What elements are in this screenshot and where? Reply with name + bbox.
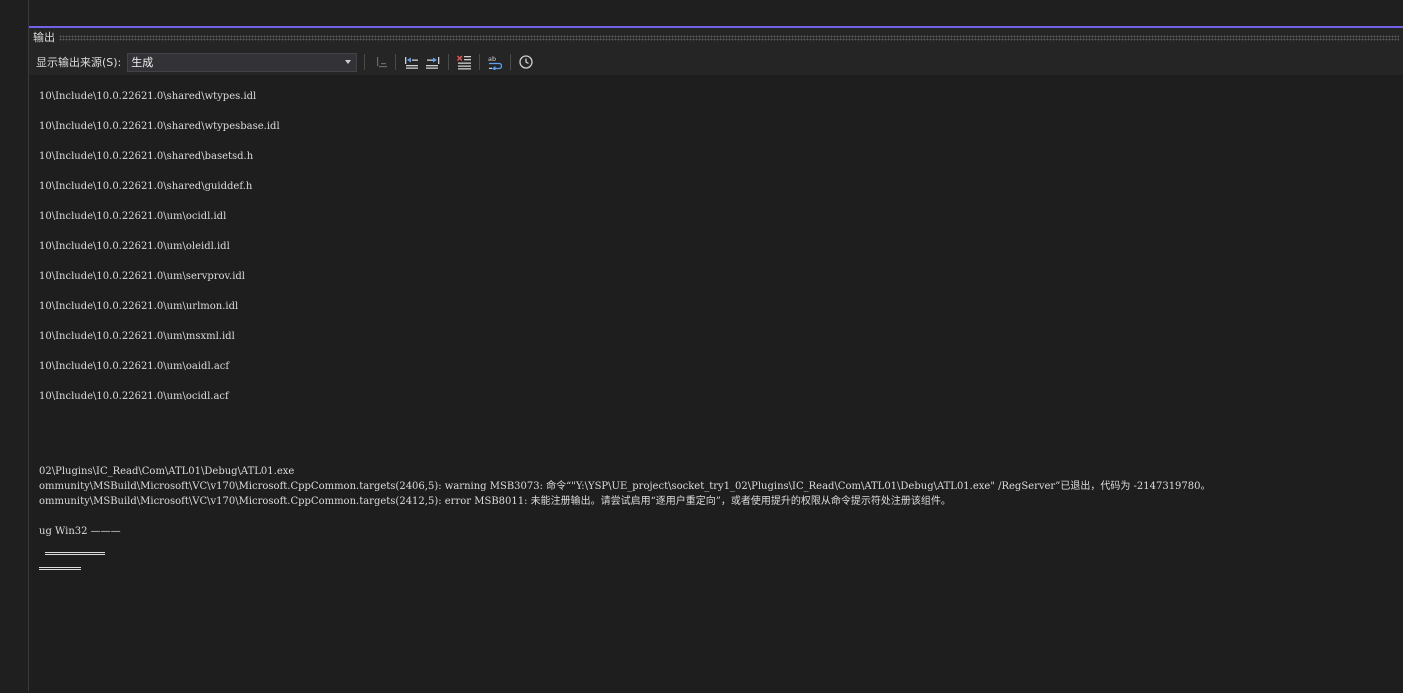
output-line: 10\Include\10.0.22621.0\shared\wtypesbas… <box>39 121 280 132</box>
next-message-button[interactable] <box>422 52 444 72</box>
output-separator-lines <box>39 539 1403 570</box>
output-line: 10\Include\10.0.22621.0\um\servprov.idl <box>39 271 245 282</box>
toolbar-separator <box>448 54 450 70</box>
output-line: 02\Plugins\IC_Read\Com\ATL01\Debug\ATL01… <box>39 466 295 477</box>
output-line: ommunity\MSBuild\Microsoft\VC\v170\Micro… <box>39 496 951 507</box>
output-line: 10\Include\10.0.22621.0\shared\basetsd.h <box>39 151 254 162</box>
word-wrap-icon: ab <box>488 55 503 70</box>
separator-line <box>39 567 81 570</box>
toolbar-separator <box>510 54 512 70</box>
clear-all-button[interactable] <box>453 52 475 72</box>
toolbar-separator <box>479 54 481 70</box>
previous-message-icon <box>405 57 419 69</box>
toolbar-separator <box>364 54 366 70</box>
top-strip <box>0 0 1403 26</box>
output-line: 10\Include\10.0.22621.0\shared\guiddef.h <box>39 181 253 192</box>
word-wrap-button[interactable]: ab <box>484 52 506 72</box>
chevron-down-icon <box>345 60 352 64</box>
output-line: ommunity\MSBuild\Microsoft\VC\v170\Micro… <box>39 481 1211 492</box>
output-text-area[interactable]: 10\Include\10.0.22621.0\shared\wtypes.id… <box>29 75 1403 693</box>
source-label: 显示输出来源(S): <box>36 56 122 69</box>
timestamp-button[interactable] <box>515 52 537 72</box>
panel-title: 输出 <box>33 31 55 44</box>
find-message-button[interactable] <box>369 52 391 72</box>
toolbar-separator <box>395 54 397 70</box>
separator-line <box>45 552 105 555</box>
output-toolbar: 显示输出来源(S): 生成 ab <box>29 50 1403 74</box>
left-gutter <box>0 0 29 691</box>
output-line: 10\Include\10.0.22621.0\um\oaidl.acf <box>39 361 230 372</box>
panel-header[interactable]: 输出 <box>29 28 1403 48</box>
output-line: 10\Include\10.0.22621.0\shared\wtypes.id… <box>39 91 257 102</box>
output-lines: 10\Include\10.0.22621.0\shared\wtypes.id… <box>39 89 1403 539</box>
output-line: 10\Include\10.0.22621.0\um\msxml.idl <box>39 331 235 342</box>
clear-all-icon <box>457 55 472 70</box>
output-line: 10\Include\10.0.22621.0\um\oleidl.idl <box>39 241 230 252</box>
svg-text:ab: ab <box>488 55 496 63</box>
output-line: 10\Include\10.0.22621.0\um\ocidl.acf <box>39 391 229 402</box>
output-line: 10\Include\10.0.22621.0\um\urlmon.idl <box>39 301 239 312</box>
timestamp-icon <box>519 55 533 69</box>
previous-message-button[interactable] <box>400 52 422 72</box>
next-message-icon <box>426 57 440 69</box>
output-line: ug Win32 ——— <box>39 526 121 537</box>
output-line: 10\Include\10.0.22621.0\um\ocidl.idl <box>39 211 227 222</box>
panel-grip[interactable] <box>59 35 1399 41</box>
output-panel: 输出 显示输出来源(S): 生成 ab 10\Include\10.0.2262… <box>29 26 1403 693</box>
source-dropdown-value: 生成 <box>131 56 154 69</box>
find-message-icon <box>377 57 388 68</box>
source-dropdown[interactable]: 生成 <box>127 52 358 72</box>
